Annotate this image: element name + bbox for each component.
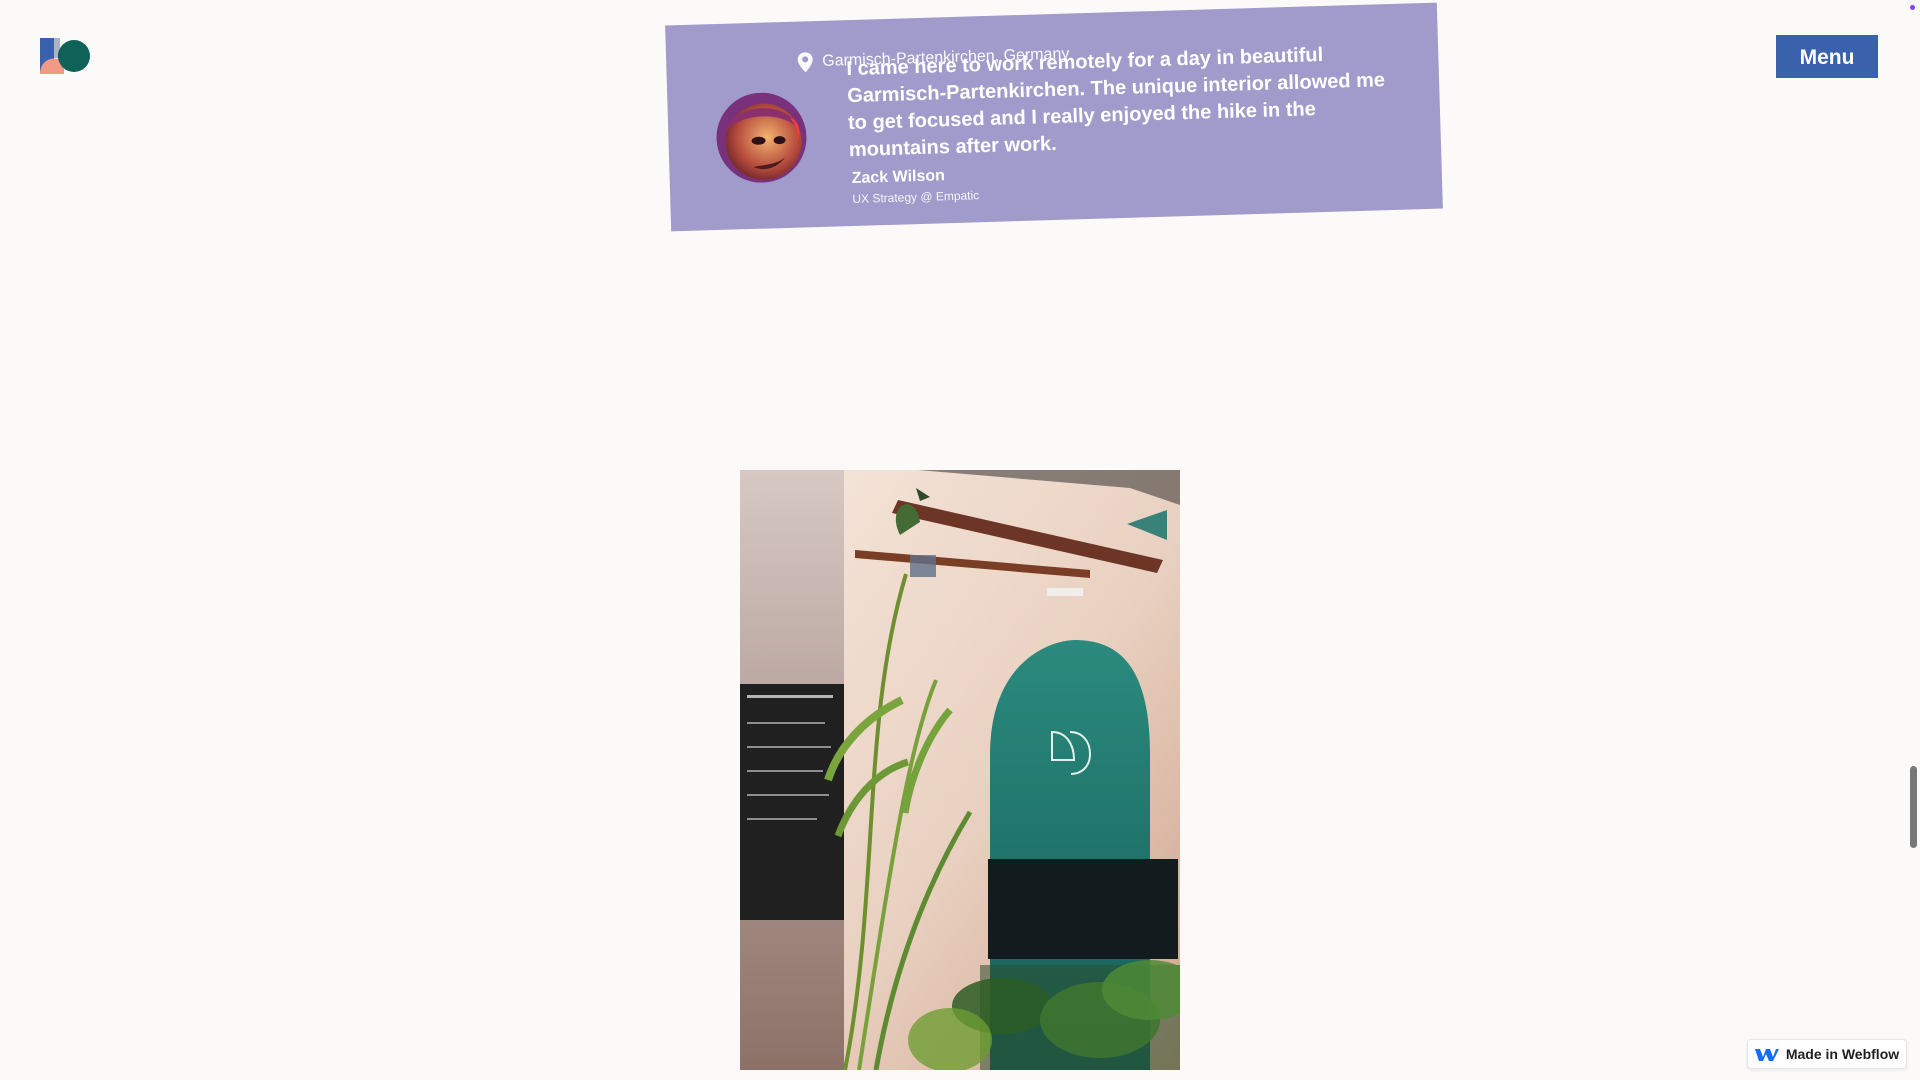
webflow-logo-icon [1754,1049,1779,1061]
avatar-image [715,91,808,185]
testimonial-card: Garmisch-Partenkirchen, Germany I came h… [665,2,1443,232]
location-pin-icon [797,52,813,73]
brand-logo-icon[interactable] [40,38,92,74]
webflow-badge-label: Made in Webflow [1785,1046,1900,1062]
scrollbar[interactable] [1910,766,1917,848]
avatar [715,91,808,185]
author-role: UX Strategy @ Empatic [852,188,980,207]
author-name: Zack Wilson [851,167,946,188]
interior-photo-image [740,470,1180,1070]
made-in-webflow-badge[interactable]: Made in Webflow [1747,1039,1907,1069]
indicator-dot [1910,5,1915,10]
menu-button[interactable]: Menu [1776,35,1878,78]
testimonial-quote: I came here to work remotely for a day i… [846,43,1386,162]
cafe-photo [740,470,1180,1070]
